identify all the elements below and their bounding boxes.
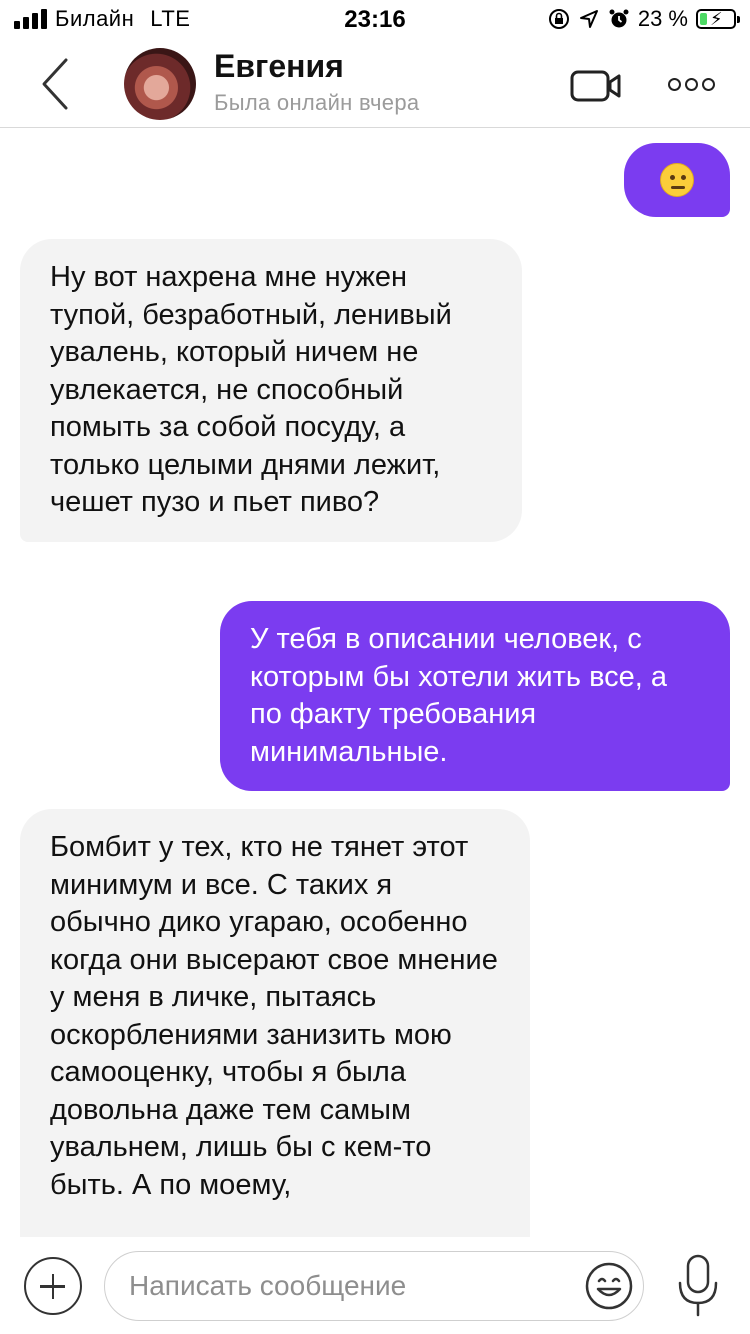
add-attachment-icon[interactable] [24,1257,82,1315]
avatar[interactable] [124,48,196,120]
message-text: Ну вот нахрена мне нужен тупой, безработ… [50,261,452,518]
message-bubble-outgoing[interactable] [624,143,730,217]
message-input-bar [0,1237,750,1334]
chat-messages[interactable]: Ну вот нахрена мне нужен тупой, безработ… [0,129,750,1237]
message-bubble-incoming[interactable]: Ну вот нахрена мне нужен тупой, безработ… [20,239,522,542]
video-call-icon[interactable] [570,68,622,104]
bolt-icon: ⚡ [710,9,723,29]
alarm-icon [609,9,629,28]
message-bubble-outgoing[interactable]: У тебя в описании человек, с которым бы … [220,601,730,791]
contact-status: Была онлайн вчера [214,90,420,115]
message-text: У тебя в описании человек, с которым бы … [250,623,668,768]
microphone-icon[interactable] [676,1253,720,1319]
contact-name[interactable]: Евгения [214,48,344,85]
chat-header: Евгения Была онлайн вчера [0,40,750,128]
screen-lock-icon [548,9,569,29]
message-text: Бомбит у тех, кто не тянет этот минимум … [50,831,498,1201]
more-dots-icon[interactable] [668,74,718,94]
status-right: 23 % ⚡ [548,6,740,32]
back-chevron-icon[interactable] [30,54,82,114]
battery-fill [700,13,708,25]
message-bubble-incoming[interactable]: Бомбит у тех, кто не тянет этот минимум … [20,809,530,1237]
location-arrow-icon [579,10,598,28]
message-input[interactable] [104,1251,644,1321]
battery-percent: 23 % [637,6,688,31]
emoji-smile-icon[interactable] [584,1261,634,1311]
battery-charging-icon: ⚡ [696,9,740,29]
neutral-face-emoji-icon [660,163,694,197]
status-bar: Билайн LTE 23:16 23 % ⚡ [0,0,750,40]
